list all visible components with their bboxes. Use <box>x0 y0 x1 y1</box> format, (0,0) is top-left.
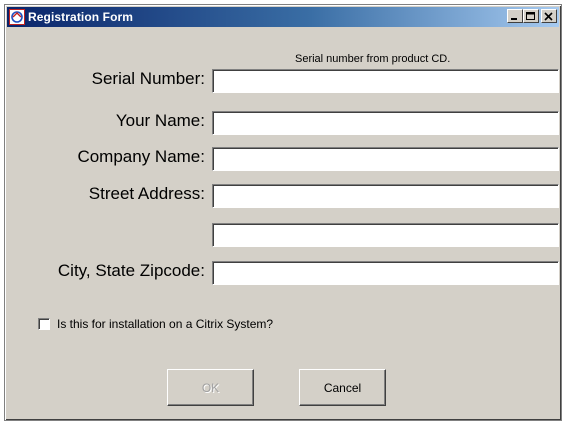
serial-number-label: Serial Number: <box>91 69 205 88</box>
your-name-label: Your Name: <box>115 111 205 130</box>
minimize-button[interactable] <box>507 9 523 23</box>
close-button[interactable] <box>541 9 557 23</box>
citrix-checkbox[interactable] <box>38 318 50 330</box>
city-state-zip-input[interactable] <box>212 261 559 285</box>
maximize-button[interactable] <box>523 9 539 23</box>
street-address-line2-input[interactable] <box>212 223 559 247</box>
cancel-button[interactable]: Cancel <box>299 369 386 406</box>
serial-hint: Serial number from product CD. <box>295 53 451 65</box>
app-icon <box>9 9 25 25</box>
title-bar[interactable]: Registration Form <box>7 7 559 27</box>
minimize-icon <box>511 17 517 20</box>
close-icon <box>544 11 553 21</box>
registration-dialog: Registration Form Serial number from pro… <box>4 4 562 421</box>
window-controls <box>507 9 557 23</box>
maximize-icon <box>526 11 535 20</box>
ok-button[interactable]: OK <box>167 369 254 406</box>
company-name-input[interactable] <box>212 147 559 171</box>
citrix-checkbox-row[interactable]: Is this for installation on a Citrix Sys… <box>38 317 273 331</box>
window-title: Registration Form <box>28 10 134 24</box>
company-name-label: Company Name: <box>77 147 205 166</box>
citrix-checkbox-label[interactable]: Is this for installation on a Citrix Sys… <box>57 317 273 331</box>
your-name-input[interactable] <box>212 111 559 135</box>
street-address-input[interactable] <box>212 184 559 208</box>
serial-number-input[interactable] <box>212 69 559 93</box>
street-address-label: Street Address: <box>88 184 205 203</box>
city-state-zip-label: City, State Zipcode: <box>57 261 205 280</box>
